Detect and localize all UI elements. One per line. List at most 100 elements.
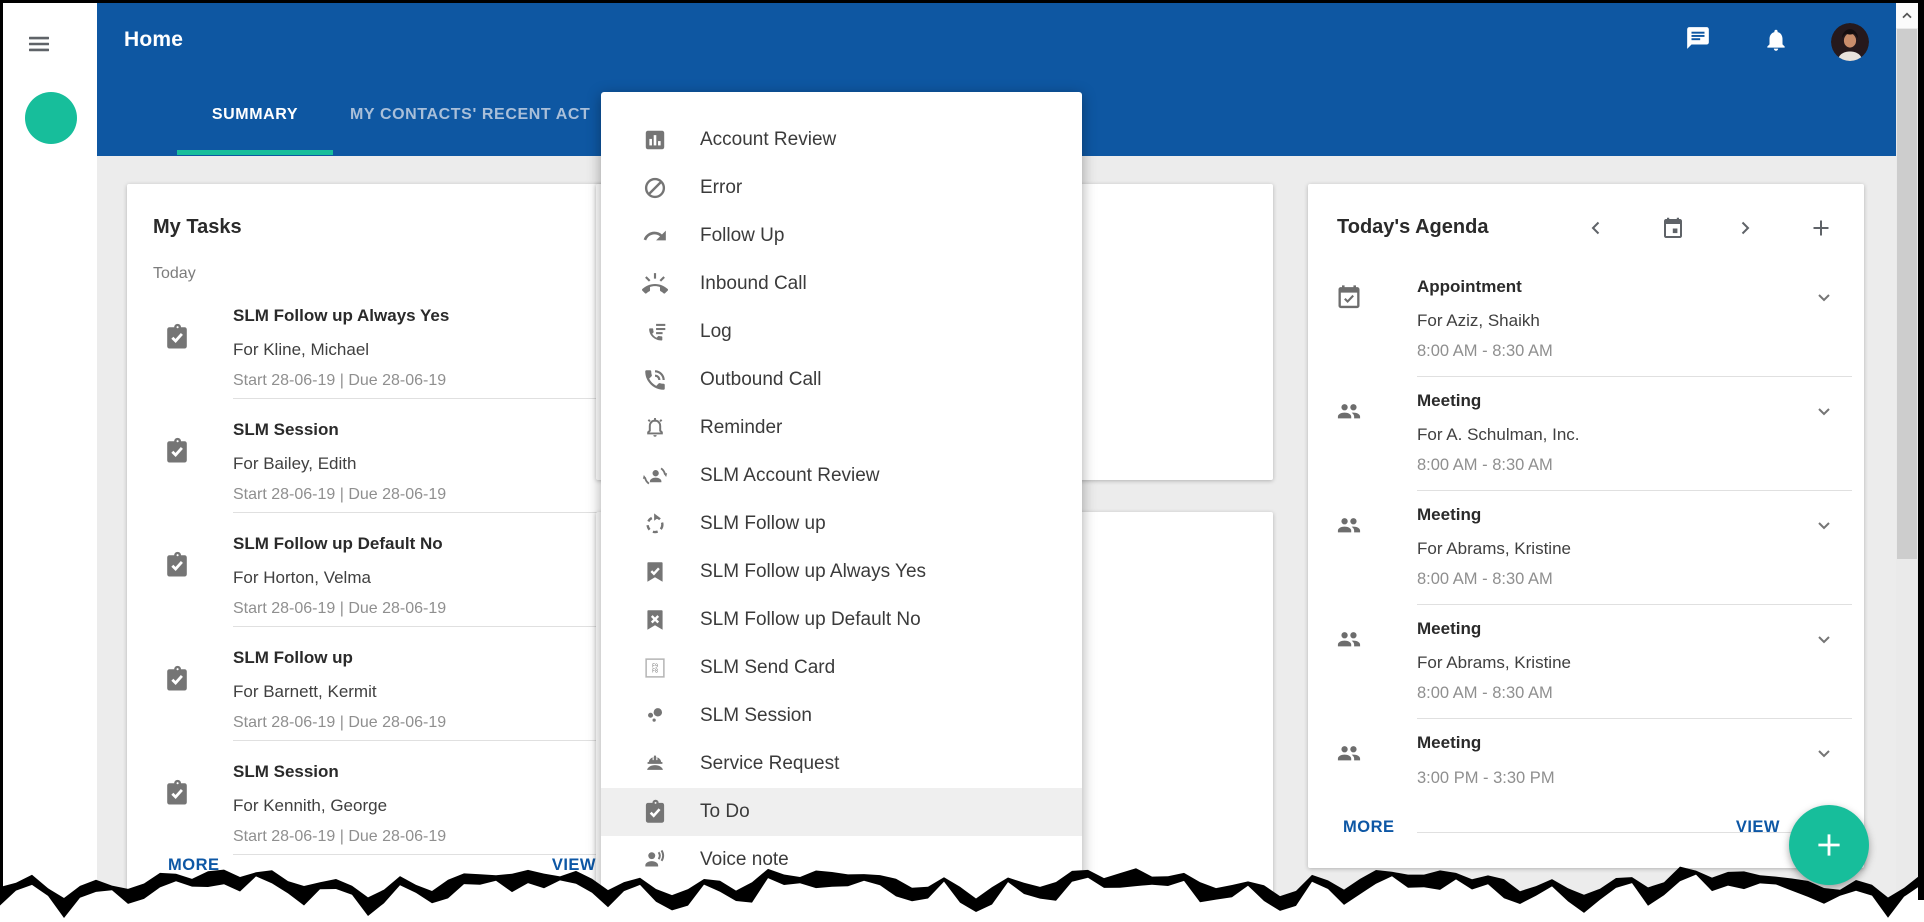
chevron-up-icon xyxy=(1899,8,1915,24)
task-row[interactable]: SLM Session For Bailey, Edith Start 28-0… xyxy=(127,418,620,532)
task-row[interactable]: SLM Follow up Default No For Horton, Vel… xyxy=(127,532,620,646)
sidebar-item[interactable] xyxy=(38,291,64,317)
menu-item-label: To Do xyxy=(700,801,750,823)
screenshot-border xyxy=(0,0,3,898)
sidebar-item[interactable] xyxy=(38,171,64,197)
task-dates: Start 28-06-19 | Due 28-06-19 xyxy=(233,483,620,507)
task-dates: Start 28-06-19 | Due 28-06-19 xyxy=(233,711,620,735)
task-title: SLM Follow up Default No xyxy=(233,532,620,556)
task-row[interactable]: SLM Follow up For Barnett, Kermit Start … xyxy=(127,646,620,760)
agenda-title: Appointment xyxy=(1417,275,1804,299)
ring-volume-icon xyxy=(642,271,668,297)
sidebar-item[interactable] xyxy=(38,231,64,257)
sidebar-item[interactable] xyxy=(38,412,64,438)
chevron-down-icon[interactable] xyxy=(1812,513,1836,537)
task-row[interactable]: SLM Follow up Always Yes For Kline, Mich… xyxy=(127,304,620,418)
add-activity-fab[interactable] xyxy=(1789,805,1869,885)
avatar[interactable] xyxy=(1831,23,1869,61)
sidebar-item[interactable] xyxy=(38,591,64,617)
app-window: Home SUMMARY MY CONTACTS' RECENT ACT My … xyxy=(0,0,1924,922)
chevron-left-icon[interactable] xyxy=(1584,216,1608,240)
bar-chart-icon xyxy=(642,127,668,153)
sidebar xyxy=(3,3,97,906)
chevron-right-icon[interactable] xyxy=(1733,216,1757,240)
sidebar-item[interactable] xyxy=(38,351,64,377)
menu-item[interactable]: Service Request xyxy=(601,740,1082,788)
plus-icon[interactable] xyxy=(1809,216,1833,240)
menu-item-label: Log xyxy=(700,321,732,343)
clipboard-check-icon xyxy=(163,665,191,693)
menu-item[interactable]: Follow Up xyxy=(601,212,1082,260)
agenda-row[interactable]: Appointment For Aziz, Shaikh 8:00 AM - 8… xyxy=(1308,275,1864,389)
sidebar-item-home[interactable] xyxy=(25,92,77,144)
task-contact: For Barnett, Kermit xyxy=(233,680,620,704)
task-contact: For Kennith, George xyxy=(233,794,620,818)
sidebar-item[interactable] xyxy=(38,532,64,558)
chevron-down-icon[interactable] xyxy=(1812,627,1836,651)
clipboard-check-icon xyxy=(642,799,668,825)
people-icon xyxy=(1335,739,1363,767)
bookmark-check-icon xyxy=(642,559,668,585)
agenda-title: Meeting xyxy=(1417,503,1804,527)
chevron-down-icon[interactable] xyxy=(1812,399,1836,423)
menu-item-label: Outbound Call xyxy=(700,369,821,391)
divider xyxy=(233,512,620,513)
chevron-down-icon[interactable] xyxy=(1812,285,1836,309)
tasks-more-link[interactable]: MORE xyxy=(168,856,220,875)
divider xyxy=(233,626,620,627)
menu-item[interactable]: Voice note xyxy=(601,836,1082,884)
sidebar-item[interactable] xyxy=(38,471,64,497)
engineer-icon xyxy=(642,751,668,777)
agenda-row[interactable]: Meeting For Abrams, Kristine 8:00 AM - 8… xyxy=(1308,617,1864,731)
agenda-view-link[interactable]: VIEW xyxy=(1736,818,1780,837)
menu-item[interactable]: Reminder xyxy=(601,404,1082,452)
phone-log-icon xyxy=(642,319,668,345)
menu-item[interactable]: To Do xyxy=(601,788,1082,836)
menu-item[interactable]: Account Review xyxy=(601,116,1082,164)
calendar-range-icon[interactable] xyxy=(1661,216,1685,240)
svg-text:F8: F8 xyxy=(652,669,658,675)
divider xyxy=(1417,376,1852,377)
menu-item[interactable]: Log xyxy=(601,308,1082,356)
menu-item[interactable]: SLM Follow up Always Yes xyxy=(601,548,1082,596)
tasks-view-link[interactable]: VIEW xyxy=(552,856,596,875)
scrollbar-thumb[interactable] xyxy=(1897,29,1917,559)
tab-summary[interactable]: SUMMARY xyxy=(177,106,333,124)
menu-item[interactable]: Inbound Call xyxy=(601,260,1082,308)
menu-item[interactable]: SLM Follow up Default No xyxy=(601,596,1082,644)
redo-arrow-icon xyxy=(642,223,668,249)
session-dots-icon xyxy=(642,703,668,729)
menu-item[interactable]: SLM Follow up xyxy=(601,500,1082,548)
menu-item[interactable]: Error xyxy=(601,164,1082,212)
divider xyxy=(233,398,620,399)
menu-item[interactable]: SLM Session xyxy=(601,692,1082,740)
menu-item-label: Account Review xyxy=(700,129,836,151)
clipboard-check-icon xyxy=(163,323,191,351)
clipboard-check-icon xyxy=(163,437,191,465)
vertical-scrollbar[interactable] xyxy=(1896,3,1918,906)
agenda-time: 8:00 AM - 8:30 AM xyxy=(1417,567,1804,591)
agenda-contact: For Abrams, Kristine xyxy=(1417,651,1804,675)
menu-item[interactable]: Outbound Call xyxy=(601,356,1082,404)
menu-item[interactable]: F9F8 SLM Send Card xyxy=(601,644,1082,692)
refresh-dashed-icon xyxy=(642,511,668,537)
page-title: Home xyxy=(124,28,183,52)
scroll-up-button[interactable] xyxy=(1896,3,1918,28)
task-contact: For Horton, Velma xyxy=(233,566,620,590)
agenda-more-link[interactable]: MORE xyxy=(1343,818,1395,837)
agenda-contact: For A. Schulman, Inc. xyxy=(1417,423,1804,447)
bookmark-x-icon xyxy=(642,607,668,633)
divider xyxy=(1417,490,1852,491)
agenda-row[interactable]: Meeting For A. Schulman, Inc. 8:00 AM - … xyxy=(1308,389,1864,503)
active-tab-underline xyxy=(177,150,333,155)
menu-item[interactable]: SLM Account Review xyxy=(601,452,1082,500)
bell-icon[interactable] xyxy=(1763,27,1789,53)
agenda-contact: For Abrams, Kristine xyxy=(1417,537,1804,561)
agenda-row[interactable]: Meeting For Abrams, Kristine 8:00 AM - 8… xyxy=(1308,503,1864,617)
tab-my-contacts-recent-activities[interactable]: MY CONTACTS' RECENT ACT xyxy=(350,106,590,124)
hamburger-menu-icon[interactable] xyxy=(27,32,51,56)
chat-icon[interactable] xyxy=(1685,25,1711,51)
divider xyxy=(1417,604,1852,605)
chevron-down-icon[interactable] xyxy=(1812,741,1836,765)
task-dates: Start 28-06-19 | Due 28-06-19 xyxy=(233,369,620,393)
